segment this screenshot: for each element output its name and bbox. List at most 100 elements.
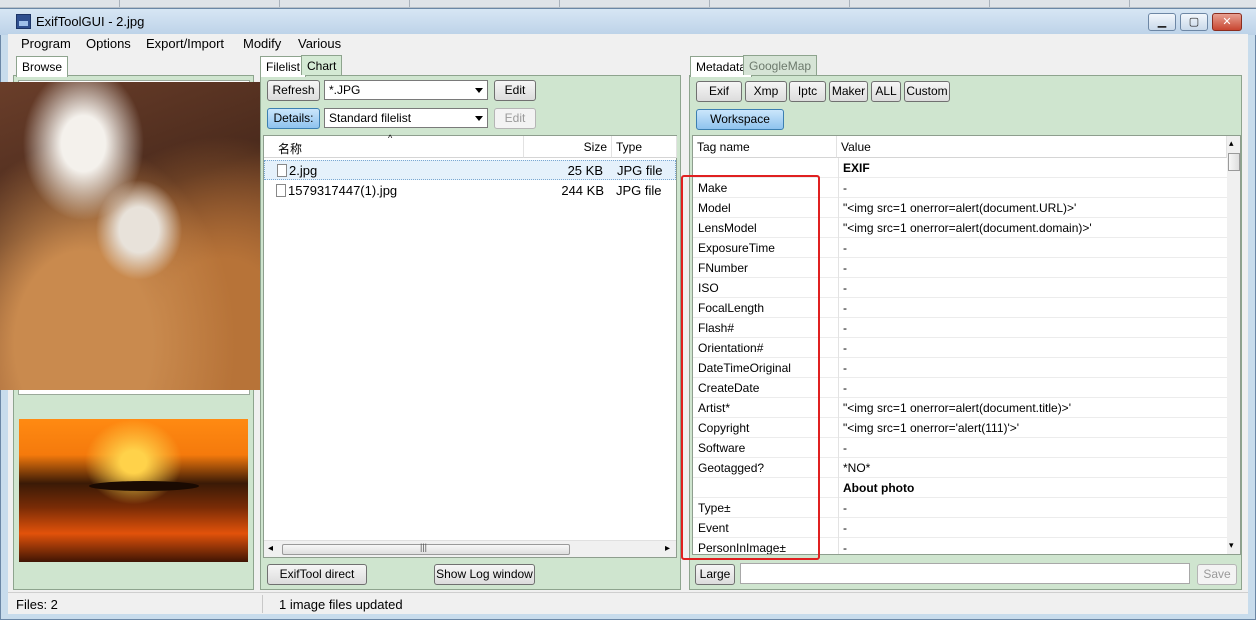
status-message: 1 image files updated (279, 597, 403, 612)
workspace-button[interactable]: Workspace (696, 109, 784, 130)
column-size-label: Size (583, 140, 607, 154)
tag-value: - (843, 241, 847, 255)
tag-value: - (843, 341, 847, 355)
scroll-down-icon[interactable]: ▾ (1229, 540, 1234, 551)
column-divider (838, 178, 839, 198)
value-edit-field[interactable] (740, 563, 1190, 584)
exiftool-direct-button[interactable]: ExifTool direct (267, 564, 367, 585)
window-title: ExifToolGUI - 2.jpg (36, 14, 145, 29)
column-divider (838, 258, 839, 278)
iptc-button[interactable]: Iptc (789, 81, 826, 102)
details-button[interactable]: Details: (267, 108, 320, 129)
tag-value: "<img src=1 onerror=alert(document.title… (843, 401, 1071, 415)
custom-button[interactable]: Custom (904, 81, 950, 102)
tag-value: About photo (843, 481, 915, 495)
file-list[interactable]: 名称 ^ Size Type 2.jpg 25 KB JPG file 1579… (263, 133, 677, 558)
filelist-mode-value: Standard filelist (329, 111, 412, 125)
column-divider (838, 338, 839, 358)
column-divider (838, 478, 839, 498)
chevron-down-icon (475, 88, 483, 93)
filter-combo[interactable]: *.JPG (324, 80, 488, 100)
title-bar (0, 9, 1256, 35)
maker-button[interactable]: Maker (829, 81, 868, 102)
filelist-mode-combo[interactable]: Standard filelist (324, 108, 488, 128)
file-row[interactable]: 1579317447(1).jpg 244 KB JPG file (264, 181, 676, 201)
vertical-scrollbar[interactable]: ▴ ▾ (1227, 136, 1240, 554)
tag-value: "<img src=1 onerror='alert(111)'>' (843, 421, 1020, 435)
file-icon (277, 164, 287, 177)
tag-value: - (843, 501, 847, 515)
menu-modify[interactable]: Modify (243, 36, 281, 51)
tab-filelist[interactable]: Filelist (260, 56, 307, 77)
tag-value: "<img src=1 onerror=alert(document.domai… (843, 221, 1092, 235)
grip-icon: ||| (420, 542, 428, 552)
scroll-right-icon[interactable]: ▸ (665, 543, 670, 554)
column-header-tag[interactable]: Tag name (693, 136, 837, 158)
column-divider (838, 298, 839, 318)
tag-value: EXIF (843, 161, 870, 175)
edit-mode-button: Edit (494, 108, 536, 129)
menu-various[interactable]: Various (298, 36, 341, 51)
column-divider (838, 198, 839, 218)
background-tab-strip (0, 0, 1256, 8)
large-button[interactable]: Large (695, 564, 735, 585)
column-divider (838, 518, 839, 538)
tab-chart[interactable]: Chart (301, 55, 343, 75)
maximize-button[interactable]: ▢ (1180, 13, 1208, 31)
show-log-button[interactable]: Show Log window (434, 564, 535, 585)
file-icon (276, 184, 286, 197)
column-divider (838, 218, 839, 238)
tag-value: - (843, 301, 847, 315)
file-name: 2.jpg (289, 163, 318, 178)
tag-value: - (843, 541, 847, 555)
column-type-label: Type (616, 140, 643, 154)
column-divider (838, 278, 839, 298)
tag-value: - (843, 381, 847, 395)
highlight-annotation-box (681, 175, 820, 560)
minimize-button[interactable]: ▁ (1148, 13, 1176, 31)
file-type: JPG file (616, 183, 662, 198)
sort-up-icon: ^ (388, 133, 393, 143)
scroll-left-icon[interactable]: ◂ (268, 543, 273, 554)
tag-value: "<img src=1 onerror=alert(document.URL)>… (843, 201, 1077, 215)
column-divider (838, 458, 839, 478)
menu-bar: Program Options Export/Import Modify Var… (8, 34, 1248, 54)
tag-value: - (843, 361, 847, 375)
column-divider (838, 398, 839, 418)
tab-browse[interactable]: Browse (16, 56, 69, 77)
tag-value: - (843, 521, 847, 535)
all-button[interactable]: ALL (871, 81, 901, 102)
tag-value: - (843, 321, 847, 335)
column-header-value[interactable]: Value (837, 136, 1227, 158)
menu-program[interactable]: Program (21, 36, 71, 51)
column-name-label: 名称 (278, 142, 303, 156)
menu-options[interactable]: Options (86, 36, 131, 51)
chevron-down-icon (475, 116, 483, 121)
file-size: 25 KB (567, 163, 603, 178)
status-file-count: Files: 2 (16, 597, 58, 612)
close-button[interactable]: ✕ (1212, 13, 1242, 31)
scroll-up-icon[interactable]: ▴ (1229, 138, 1234, 149)
save-button: Save (1197, 564, 1237, 585)
filter-value: *.JPG (329, 83, 361, 97)
column-header-name[interactable]: 名称 ^ (264, 133, 524, 158)
refresh-button[interactable]: Refresh (267, 80, 320, 101)
tag-value: - (843, 281, 847, 295)
file-name: 1579317447(1).jpg (288, 183, 398, 198)
edit-filter-button[interactable]: Edit (494, 80, 536, 101)
xmp-button[interactable]: Xmp (745, 81, 787, 102)
horizontal-scrollbar[interactable]: ◂ ||| ▸ (264, 540, 676, 557)
preview-image (19, 419, 248, 562)
column-header-type[interactable]: Type (612, 136, 677, 158)
tab-googlemap[interactable]: GoogleMap (743, 55, 818, 75)
column-header-size[interactable]: Size (524, 136, 612, 158)
scroll-thumb[interactable] (1228, 153, 1240, 171)
photo-thumbnail-overlay (0, 82, 278, 390)
file-row[interactable]: 2.jpg 25 KB JPG file (264, 160, 676, 180)
column-divider (838, 378, 839, 398)
column-divider (838, 538, 839, 554)
column-divider (838, 318, 839, 338)
menu-export-import[interactable]: Export/Import (146, 36, 224, 51)
exif-button[interactable]: Exif (696, 81, 742, 102)
file-type: JPG file (617, 163, 663, 178)
